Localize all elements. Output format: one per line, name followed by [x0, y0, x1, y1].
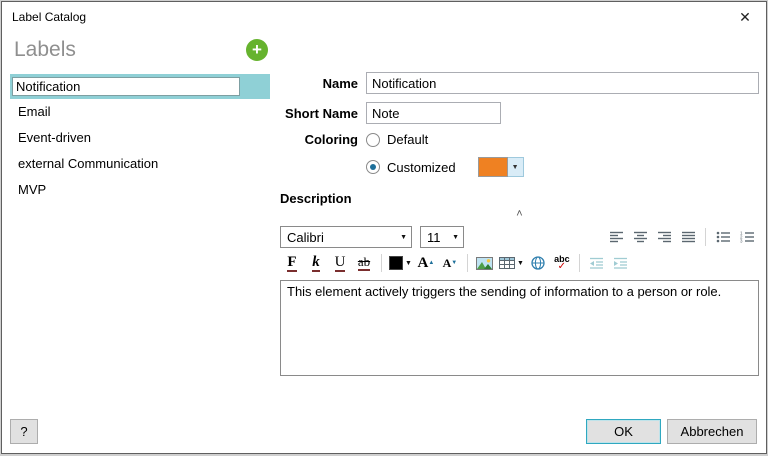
align-center-icon	[633, 231, 647, 243]
coloring-row-default: Coloring Default	[280, 132, 759, 147]
short-name-label: Short Name	[285, 105, 358, 121]
dialog-footer: ? OK Abbrechen	[2, 415, 766, 453]
labels-header: Labels +	[10, 38, 270, 62]
toolbar-collapse-icon[interactable]: ˄	[280, 208, 759, 222]
name-input[interactable]	[366, 72, 759, 94]
chevron-down-icon: ▼	[516, 259, 524, 267]
customized-radio-label[interactable]: Customized	[387, 160, 456, 175]
editor-toolbar-row1: Calibri ▼ 11 ▼ 1 2 3	[280, 224, 759, 250]
default-radio[interactable]	[366, 132, 380, 147]
coloring-label: Coloring	[304, 132, 358, 147]
short-name-row: Short Name	[280, 102, 759, 124]
separator	[381, 254, 382, 272]
bold-button[interactable]: F	[280, 251, 304, 275]
ok-button[interactable]: OK	[586, 419, 661, 444]
font-size-select[interactable]: 11 ▼	[420, 226, 464, 248]
chevron-down-icon: ▼	[405, 259, 412, 267]
insert-table-button[interactable]: ▼	[497, 251, 526, 275]
cancel-button[interactable]: Abbrechen	[667, 419, 757, 444]
custom-color-swatch[interactable]	[477, 157, 508, 177]
separator	[466, 254, 468, 272]
customized-radio[interactable]	[366, 160, 380, 174]
separator	[578, 254, 580, 272]
align-center-button[interactable]	[628, 225, 652, 249]
label-catalog-dialog: Label Catalog ✕ Labels + Email Event-dri…	[1, 1, 767, 454]
shrink-font-button[interactable]: A ▼	[438, 251, 462, 275]
list-item[interactable]: Event-driven	[10, 125, 270, 151]
separator	[705, 228, 706, 246]
check-icon: ✓	[557, 261, 567, 272]
default-radio-label[interactable]: Default	[387, 132, 428, 147]
align-justify-button[interactable]	[676, 225, 700, 249]
italic-button[interactable]: k	[304, 251, 328, 275]
add-label-button[interactable]: +	[246, 39, 268, 61]
outdent-icon	[590, 257, 604, 269]
numbered-list-icon: 123	[740, 231, 754, 243]
list-item[interactable]: external Communication	[10, 151, 270, 177]
bullet-list-icon	[716, 231, 730, 243]
close-icon[interactable]: ✕	[724, 2, 766, 32]
description-editor[interactable]: This element actively triggers the sendi…	[280, 280, 759, 376]
align-right-icon	[657, 231, 671, 243]
shrink-font-label: A	[442, 255, 452, 270]
editor-toolbar-row2: F k U ab ▼ A ▲ A ▼ ▼ abc ✓	[280, 250, 759, 276]
insert-image-button[interactable]	[473, 251, 497, 275]
align-right-button[interactable]	[652, 225, 676, 249]
triangle-up-icon: ▲	[428, 260, 435, 266]
indent-icon	[614, 257, 628, 269]
list-item[interactable]: MVP	[10, 177, 270, 203]
svg-text:3: 3	[740, 239, 743, 243]
spellcheck-button[interactable]: abc ✓	[550, 251, 574, 275]
font-color-button[interactable]: ▼	[387, 251, 414, 275]
window-title: Label Catalog	[12, 10, 87, 24]
strikethrough-label: ab	[357, 254, 371, 271]
label-list: Email Event-driven external Communicatio…	[10, 74, 270, 203]
chevron-down-icon: ▼	[452, 233, 459, 241]
help-button[interactable]: ?	[10, 419, 38, 444]
numbered-list-button[interactable]: 123	[735, 225, 759, 249]
bullet-list-button[interactable]	[711, 225, 735, 249]
image-icon	[476, 256, 494, 270]
short-name-input[interactable]	[366, 102, 501, 124]
indent-button[interactable]	[609, 251, 633, 275]
grow-font-label: A	[417, 254, 429, 271]
labels-heading: Labels	[14, 38, 76, 61]
font-color-swatch	[389, 256, 403, 270]
title-bar: Label Catalog ✕	[2, 2, 766, 32]
italic-label: k	[312, 253, 320, 272]
underline-button[interactable]: U	[328, 251, 352, 275]
label-detail-panel: Name Short Name Coloring Default Customi…	[280, 72, 759, 376]
font-family-value: Calibri	[287, 229, 324, 245]
coloring-row-customized: Customized ▼	[280, 157, 759, 177]
font-family-select[interactable]: Calibri ▼	[280, 226, 412, 248]
label-rename-input[interactable]	[12, 77, 240, 96]
align-justify-icon	[681, 231, 695, 243]
custom-color-picker: ▼	[477, 157, 524, 177]
triangle-down-icon: ▼	[451, 260, 458, 266]
bold-label: F	[287, 253, 297, 272]
grow-font-button[interactable]: A ▲	[414, 251, 438, 275]
strikethrough-button[interactable]: ab	[352, 251, 376, 275]
table-icon	[498, 257, 515, 269]
list-item-selected[interactable]	[10, 74, 270, 99]
list-item[interactable]: Email	[10, 99, 270, 125]
name-label: Name	[322, 75, 358, 91]
color-dropdown-icon[interactable]: ▼	[507, 157, 524, 177]
description-label: Description	[280, 191, 352, 206]
labels-panel: Labels + Email Event-driven external Com…	[10, 38, 270, 203]
font-size-value: 11	[427, 229, 441, 245]
insert-link-button[interactable]	[526, 251, 550, 275]
underline-label: U	[334, 253, 346, 272]
align-left-icon	[609, 231, 623, 243]
name-row: Name	[280, 72, 759, 94]
outdent-button[interactable]	[585, 251, 609, 275]
globe-icon	[531, 256, 545, 270]
chevron-down-icon: ▼	[400, 233, 407, 241]
align-left-button[interactable]	[604, 225, 628, 249]
